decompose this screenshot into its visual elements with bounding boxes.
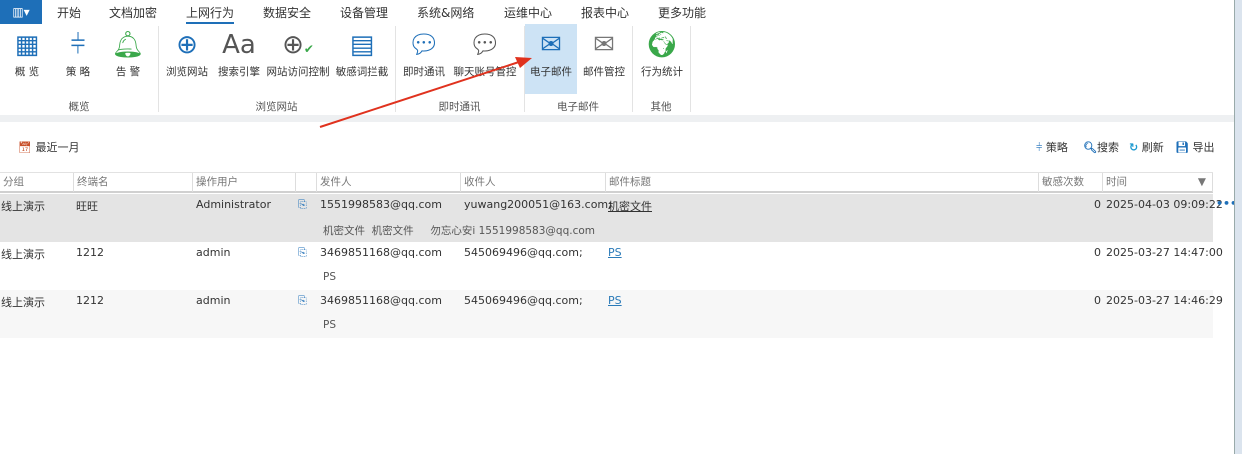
- outgoing-mail-icon: ⎘: [298, 246, 307, 259]
- sliders-icon: ⫩: [1036, 141, 1043, 154]
- cell-user: admin: [196, 294, 231, 307]
- cell-group: 线上演示: [1, 200, 45, 213]
- cell-terminal: 1212: [76, 294, 104, 307]
- policy-button[interactable]: ⫩ 策略: [1036, 139, 1068, 155]
- table-header: 分组 终端名 操作用户 发件人 收件人 邮件标题 敏感次数 时间 ▼: [0, 172, 1213, 193]
- col-terminal[interactable]: 终端名: [73, 173, 192, 192]
- cell-detail: PS: [323, 271, 336, 283]
- outgoing-mail-icon: ⎘: [298, 198, 307, 211]
- cell-user: admin: [196, 246, 231, 259]
- search-button[interactable]: 🔍︎搜索: [1083, 139, 1119, 155]
- outgoing-mail-icon: ⎘: [298, 294, 307, 307]
- date-range-button[interactable]: 📅︎ 最近一月: [18, 139, 79, 155]
- cell-user: Administrator: [196, 198, 271, 211]
- cell-sender: 1551998583@qq.com: [320, 198, 442, 211]
- cell-subject-link[interactable]: PS: [608, 294, 622, 307]
- background-window-edge: [1234, 0, 1242, 454]
- cell-recipient: 545069496@qq.com;: [464, 246, 583, 259]
- cell-sensitive-count: 0: [1094, 246, 1101, 259]
- export-icon: 💾︎: [1175, 141, 1189, 154]
- cell-sensitive-count: 0: [1094, 198, 1101, 211]
- sort-desc-icon: ▼: [1197, 176, 1206, 188]
- cell-sender: 3469851168@qq.com: [320, 294, 442, 307]
- cell-subject-link[interactable]: PS: [608, 246, 622, 259]
- red-arrow-annotation: [319, 57, 532, 128]
- col-subject[interactable]: 邮件标题: [605, 173, 1038, 192]
- col-sender[interactable]: 发件人: [316, 173, 460, 192]
- cell-time: 2025-03-27 14:47:00: [1106, 246, 1223, 259]
- col-sensitive-count[interactable]: 敏感次数: [1038, 173, 1102, 192]
- table-row[interactable]: 线上演示 1212 admin ⎘ 3469851168@qq.com 5450…: [0, 290, 1223, 338]
- cell-terminal: 1212: [76, 246, 104, 259]
- search-icon: 🔍︎: [1083, 141, 1097, 154]
- refresh-icon: ↻: [1129, 141, 1139, 154]
- cell-subject-link[interactable]: 机密文件: [608, 198, 652, 214]
- cell-group: 线上演示: [1, 248, 45, 261]
- cell-sensitive-count: 0: [1094, 294, 1101, 307]
- table-row[interactable]: 线上演示 旺旺 Administrator ⎘ 1551998583@qq.co…: [0, 194, 1223, 242]
- col-user[interactable]: 操作用户: [192, 173, 295, 192]
- col-time[interactable]: 时间 ▼: [1102, 173, 1213, 192]
- export-button[interactable]: 💾︎ 导出: [1175, 139, 1214, 155]
- cell-group: 线上演示: [1, 296, 45, 309]
- cell-recipient: 545069496@qq.com;: [464, 294, 583, 307]
- cell-sender: 3469851168@qq.com: [320, 246, 442, 259]
- cell-time: 2025-04-03 09:09:22: [1106, 198, 1223, 211]
- cell-detail: 机密文件 机密文件 勿忘心安i 1551998583@qq.com: [323, 225, 596, 237]
- table-row[interactable]: 线上演示 1212 admin ⎘ 3469851168@qq.com 5450…: [0, 242, 1223, 290]
- refresh-button[interactable]: ↻ 刷新: [1129, 139, 1164, 155]
- cell-recipient: yuwang200051@163.com;: [464, 198, 612, 211]
- cell-time: 2025-03-27 14:46:29: [1106, 294, 1223, 307]
- col-group[interactable]: 分组: [0, 173, 73, 192]
- cell-detail: PS: [323, 319, 336, 331]
- cell-terminal: 旺旺: [76, 200, 98, 213]
- col-direction[interactable]: [295, 173, 316, 192]
- col-recipient[interactable]: 收件人: [460, 173, 605, 192]
- calendar-icon: 📅︎: [18, 141, 32, 154]
